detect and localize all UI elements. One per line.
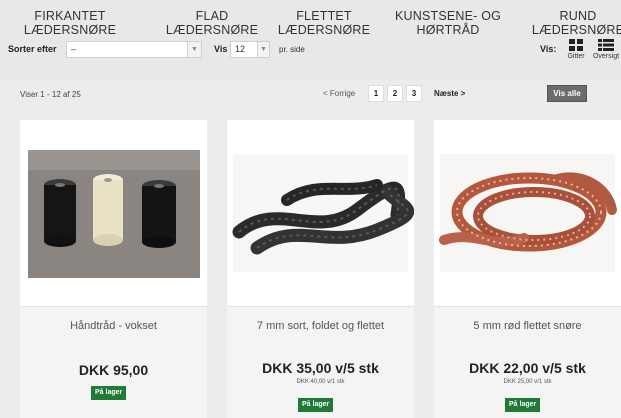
view-grid-label: Gitter [567, 53, 585, 60]
category-line1: FLETTET [296, 9, 352, 23]
product-card[interactable]: Håndtråd - vokset DKK 95,00 På lager [20, 120, 207, 418]
view-mode-label: Vis: [540, 44, 557, 54]
sort-label: Sorter efter [8, 44, 57, 54]
stock-badge: På lager [505, 398, 541, 412]
chevron-down-icon: ▼ [257, 42, 269, 57]
card-divider [20, 306, 207, 307]
page-button-1[interactable]: 1 [368, 85, 384, 102]
per-page-value: 12 [235, 44, 246, 54]
category-link-flettet[interactable]: FLETTET LÆDERSNØRE [272, 9, 376, 37]
product-image-black-braid[interactable] [227, 120, 415, 306]
thread-spools-image [28, 150, 200, 278]
prev-page-link[interactable]: < Forrige [323, 89, 355, 98]
per-page-label: Vis [214, 44, 228, 54]
sort-value: – [71, 44, 77, 54]
product-card[interactable]: 7 mm sort, foldet og flettet DKK 35,00 v… [227, 120, 415, 418]
grid-icon [569, 39, 583, 51]
category-line2: LÆDERSNØRE [165, 23, 259, 37]
category-link-kunstsene[interactable]: KUNSTSENE- OG HØRTRÅD [393, 9, 503, 37]
chevron-down-icon: ▼ [187, 42, 201, 57]
product-price: DKK 95,00 [78, 362, 149, 378]
category-line1: FLAD [195, 9, 229, 23]
page-button-2[interactable]: 2 [387, 85, 403, 102]
next-page-link[interactable]: Næste > [434, 89, 465, 98]
category-line1: FIRKANTET [34, 9, 106, 23]
category-bar: FIRKANTET LÆDERSNØRE FLAD LÆDERSNØRE FLE… [0, 0, 621, 80]
product-unit-price: DKK 40,00 v/1 stk [296, 379, 345, 385]
card-divider [434, 306, 621, 307]
category-link-firkantet[interactable]: FIRKANTET LÆDERSNØRE [18, 9, 122, 37]
category-link-rund[interactable]: RUND LÆDERSNØRE [526, 9, 621, 37]
list-icon [598, 39, 614, 51]
product-name[interactable]: 5 mm rød flettet snøre [434, 320, 621, 332]
product-card[interactable]: 5 mm rød flettet snøre DKK 22,00 v/5 stk… [434, 120, 621, 418]
view-grid-button[interactable]: Gitter [565, 39, 587, 60]
category-line2: LÆDERSNØRE [277, 23, 371, 37]
per-page-select[interactable]: 12 ▼ [230, 41, 270, 58]
view-all-button[interactable]: Vis alle [547, 85, 587, 102]
view-list-button[interactable]: Oversigt [591, 39, 621, 60]
per-page-suffix: pr. side [279, 45, 305, 54]
red-braided-cord-image [439, 154, 617, 272]
stock-badge: På lager [298, 398, 334, 412]
view-list-label: Oversigt [592, 53, 620, 60]
category-line1: KUNSTSENE- OG [394, 9, 502, 23]
product-image-thread-spools[interactable] [20, 120, 207, 306]
stock-badge: På lager [91, 386, 127, 400]
black-braided-cord-image [232, 154, 415, 272]
result-count: Viser 1 - 12 af 25 [20, 90, 81, 99]
page-button-3[interactable]: 3 [406, 85, 422, 102]
product-unit-price: DKK 25,00 v/1 stk [503, 379, 552, 385]
product-name[interactable]: Håndtråd - vokset [20, 320, 207, 332]
card-divider [227, 306, 414, 307]
category-line2: HØRTRÅD [416, 23, 480, 37]
sort-select[interactable]: – ▼ [66, 41, 202, 58]
category-line1: RUND [559, 9, 597, 23]
category-line2: LÆDERSNØRE [23, 23, 117, 37]
product-price: DKK 22,00 v/5 stk [469, 360, 586, 376]
product-name[interactable]: 7 mm sort, foldet og flettet [227, 320, 414, 332]
product-price: DKK 35,00 v/5 stk [262, 360, 379, 376]
category-line2: LÆDERSNØRE [531, 23, 621, 37]
product-image-red-braid[interactable] [434, 120, 621, 306]
pager-bar: Viser 1 - 12 af 25 < Forrige 1 2 3 Næste… [0, 80, 621, 108]
category-link-flad[interactable]: FLAD LÆDERSNØRE [160, 9, 264, 37]
